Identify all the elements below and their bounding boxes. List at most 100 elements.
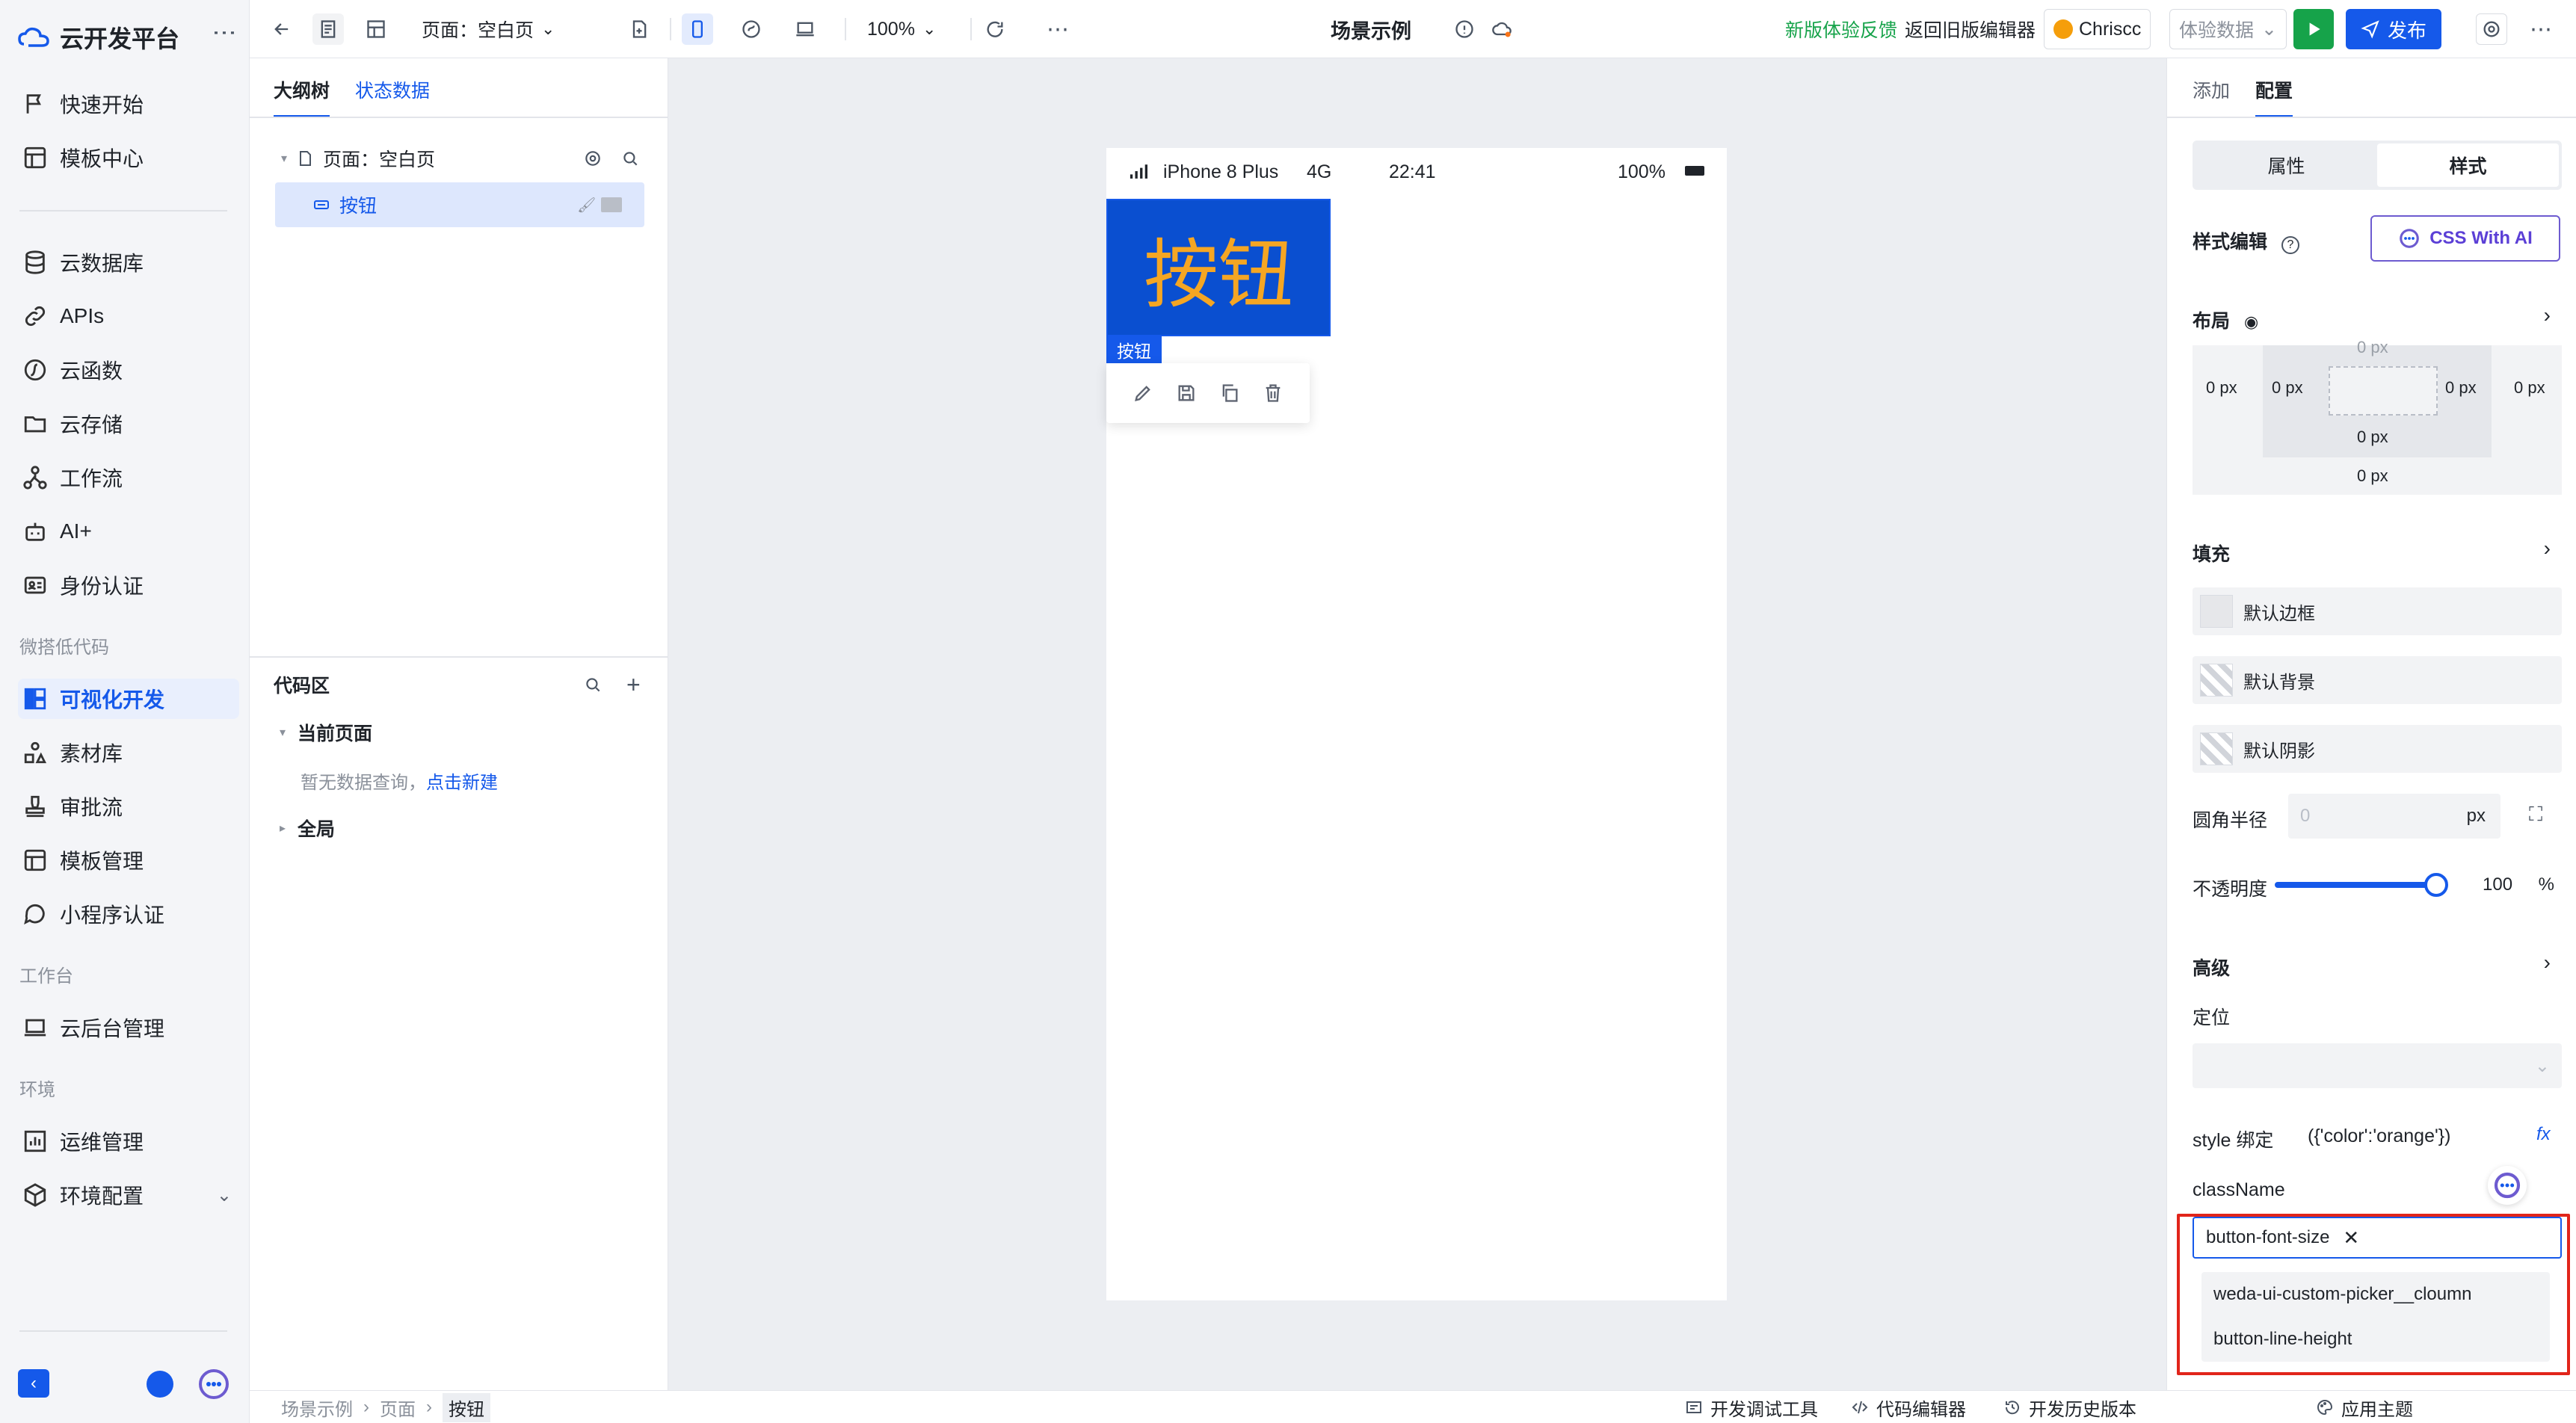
back-arrow-icon[interactable] xyxy=(266,13,298,45)
eye-icon[interactable]: ◉ xyxy=(2244,312,2258,331)
sidebar-item-templates[interactable]: 模板中心 xyxy=(18,138,239,178)
dropdown-option[interactable]: button-line-height xyxy=(2201,1317,2550,1362)
padding-left-value[interactable]: 0 px xyxy=(2272,378,2303,398)
collapse-sidebar-button[interactable]: ‹ xyxy=(18,1369,49,1398)
sidebar-item-visual-dev[interactable]: 可视化开发 xyxy=(18,679,239,719)
sidebar-item-env-config[interactable]: 环境配置 ⌄ xyxy=(18,1175,239,1215)
zoom-select[interactable]: 100% ⌄ xyxy=(867,0,936,58)
sidebar-item-auth[interactable]: 身份认证 xyxy=(18,565,239,605)
fx-icon[interactable]: fx xyxy=(2536,1124,2551,1145)
mobile-view-icon[interactable] xyxy=(682,13,713,45)
history-button[interactable]: 开发历史版本 xyxy=(2003,1391,2136,1423)
page-list-icon[interactable] xyxy=(312,13,344,45)
user-avatar-icon[interactable] xyxy=(147,1371,173,1398)
chevron-right-icon[interactable]: › xyxy=(2544,951,2551,975)
breadcrumb-item[interactable]: 场景示例 xyxy=(281,1395,353,1421)
style-brush-icon[interactable]: 🖌 xyxy=(577,196,596,214)
create-query-link[interactable]: 点击新建 xyxy=(426,768,498,794)
new-page-icon[interactable] xyxy=(623,13,655,45)
tree-item-button[interactable]: 按钮 🖌 xyxy=(275,182,644,227)
chevron-right-icon[interactable]: › xyxy=(2544,303,2551,327)
margin-right-value[interactable]: 0 px xyxy=(2514,378,2545,398)
ai-assistant-icon[interactable] xyxy=(197,1368,230,1401)
info-icon[interactable] xyxy=(1449,13,1480,45)
style-bind-value[interactable]: ({'color':'orange'}) xyxy=(2308,1126,2450,1147)
radius-input[interactable]: 0 px xyxy=(2288,794,2500,839)
sidebar-item-ops[interactable]: 运维管理 xyxy=(18,1121,239,1161)
save-icon[interactable] xyxy=(1176,383,1197,404)
padding-top-value[interactable]: 0 px xyxy=(2357,338,2388,357)
search-icon[interactable] xyxy=(620,149,640,168)
tab-state-data[interactable]: 状态数据 xyxy=(355,76,430,118)
data-select[interactable]: 体验数据 ⌄ xyxy=(2169,9,2287,49)
sidebar-item-miniprogram[interactable]: 小程序认证 xyxy=(18,894,239,934)
segment-style[interactable]: 样式 xyxy=(2377,143,2559,187)
user-menu[interactable]: Chriscc xyxy=(2044,9,2151,49)
margin-bottom-value[interactable]: 0 px xyxy=(2357,466,2388,486)
breadcrumb-item[interactable]: 页面 xyxy=(380,1395,416,1421)
opacity-slider-track[interactable] xyxy=(2275,882,2435,888)
sidebar-item-database[interactable]: 云数据库 xyxy=(18,242,239,283)
desktop-view-icon[interactable] xyxy=(789,13,821,45)
tree-item-page[interactable]: ▾ 页面：空白页 xyxy=(275,136,644,181)
fill-border-row[interactable]: 默认边框 xyxy=(2193,587,2562,635)
breadcrumb-item[interactable]: 按钮 xyxy=(443,1392,490,1422)
tree-item-current-page[interactable]: ▾ 当前页面 xyxy=(275,710,644,755)
layout-view-icon[interactable] xyxy=(360,13,392,45)
back-old-editor-link[interactable]: 返回旧版编辑器 xyxy=(1905,0,2036,58)
sidebar-item-ai[interactable]: AI+ xyxy=(18,511,239,552)
padding-bottom-value[interactable]: 0 px xyxy=(2357,427,2388,447)
help-icon[interactable]: ? xyxy=(2281,236,2299,254)
css-with-ai-button[interactable]: CSS With AI xyxy=(2370,215,2560,262)
sidebar-item-functions[interactable]: 云函数 xyxy=(18,350,239,390)
run-button[interactable] xyxy=(2293,9,2334,49)
settings-icon[interactable] xyxy=(2476,13,2507,45)
debug-tools-button[interactable]: 开发调试工具 xyxy=(1685,1391,1818,1423)
opacity-slider-handle[interactable] xyxy=(2424,873,2448,897)
app-theme-button[interactable]: 应用主题 xyxy=(2316,1391,2413,1423)
search-icon[interactable] xyxy=(583,675,603,694)
page-select[interactable]: 页面：空白页 ⌄ xyxy=(422,0,555,58)
tab-add[interactable]: 添加 xyxy=(2193,76,2230,118)
code-editor-button[interactable]: 代码编辑器 xyxy=(1851,1391,1966,1423)
tab-outline[interactable]: 大纲树 xyxy=(274,76,330,118)
sidebar-item-template-mgmt[interactable]: 模板管理 xyxy=(18,840,239,880)
padding-right-value[interactable]: 0 px xyxy=(2445,378,2477,398)
sidebar-item-workflow[interactable]: 工作流 xyxy=(18,457,239,498)
expand-icon[interactable]: ⛶ xyxy=(2529,803,2542,827)
refresh-icon[interactable] xyxy=(979,13,1011,45)
selected-button-component[interactable]: 按钮 xyxy=(1106,199,1331,336)
fill-shadow-row[interactable]: 默认阴影 xyxy=(2193,725,2562,773)
sidebar-item-materials[interactable]: 素材库 xyxy=(18,732,239,773)
publish-button[interactable]: 发布 xyxy=(2346,9,2442,49)
more-horizontal-icon[interactable]: ⋯ xyxy=(1047,0,1069,58)
ai-assistant-float-button[interactable] xyxy=(2488,1166,2527,1205)
chevron-right-icon[interactable]: › xyxy=(2544,537,2551,561)
dropdown-option[interactable]: weda-ui-custom-picker__cloumn xyxy=(2201,1272,2550,1317)
close-icon[interactable]: ✕ xyxy=(2343,1226,2359,1250)
cloud-sync-icon[interactable] xyxy=(1486,13,1517,45)
brand[interactable]: 云开发平台 xyxy=(18,18,179,57)
css-badge-icon[interactable] xyxy=(601,197,622,212)
sidebar-item-storage[interactable]: 云存储 xyxy=(18,404,239,444)
feedback-link[interactable]: 新版体验反馈 xyxy=(1785,0,1897,58)
opacity-input[interactable]: 100 % xyxy=(2469,862,2562,907)
margin-left-value[interactable]: 0 px xyxy=(2206,378,2237,398)
classname-input[interactable]: button-font-size ✕ xyxy=(2193,1217,2562,1259)
miniprogram-view-icon[interactable] xyxy=(736,13,767,45)
delete-icon[interactable] xyxy=(1263,383,1284,404)
sidebar-item-cloud-admin[interactable]: 云后台管理 xyxy=(18,1007,239,1048)
position-select[interactable]: ⌄ xyxy=(2193,1043,2562,1088)
more-horizontal-icon[interactable]: ⋯ xyxy=(2530,0,2552,58)
tree-item-global[interactable]: ▸ 全局 xyxy=(275,806,644,851)
layout-section-title[interactable]: 布局 ◉ xyxy=(2193,306,2258,333)
add-icon[interactable]: + xyxy=(626,671,641,699)
sidebar-item-apis[interactable]: APIs xyxy=(18,296,239,336)
segment-properties[interactable]: 属性 xyxy=(2196,143,2377,187)
sidebar-item-approval[interactable]: 审批流 xyxy=(18,786,239,827)
tab-config[interactable]: 配置 xyxy=(2255,76,2293,118)
fill-background-row[interactable]: 默认背景 xyxy=(2193,656,2562,704)
sidebar-item-quickstart[interactable]: 快速开始 xyxy=(18,84,239,124)
edit-icon[interactable] xyxy=(1133,383,1153,404)
more-vertical-icon[interactable]: ⋮ xyxy=(211,21,239,43)
